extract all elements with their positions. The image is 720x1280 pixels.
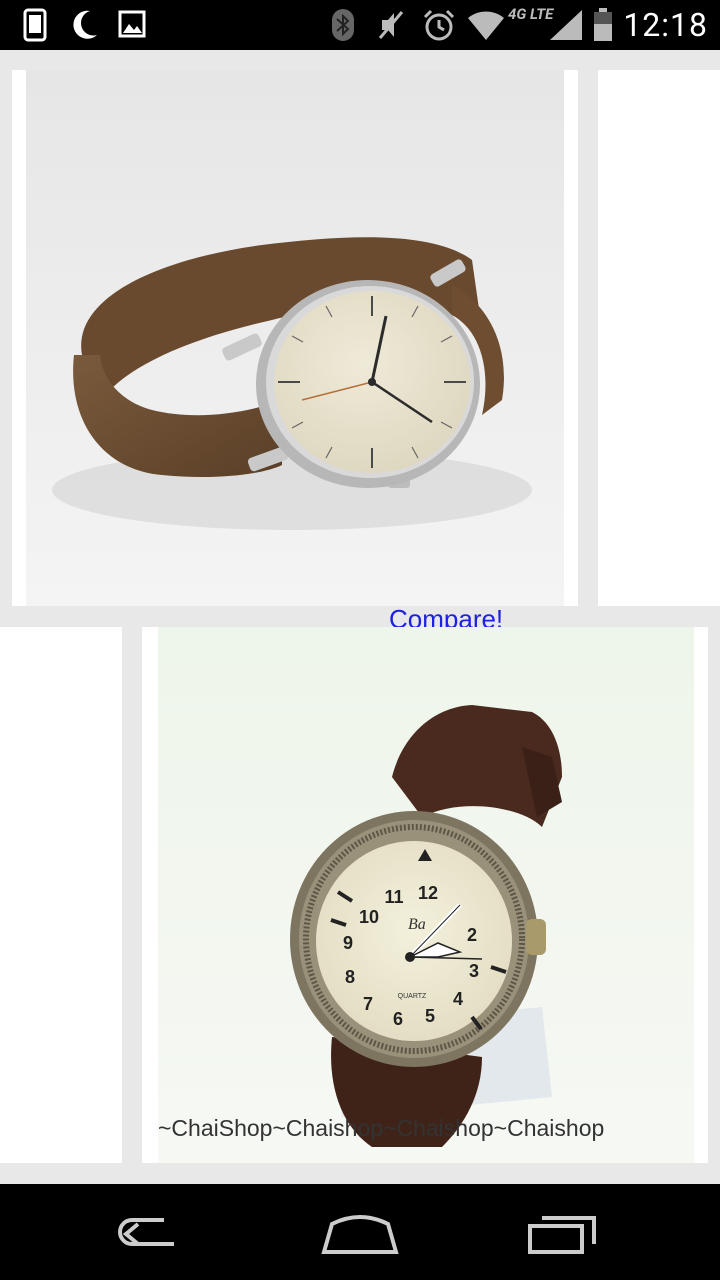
signal-icon (550, 10, 582, 40)
svg-text:QUARTZ: QUARTZ (398, 993, 427, 1000)
navigation-bar (0, 1184, 720, 1280)
svg-text:2: 2 (467, 925, 477, 945)
network-type-label: 4G LTE (508, 5, 554, 23)
moon-icon (73, 10, 97, 39)
recents-button[interactable] (512, 1204, 612, 1260)
status-clock: 12:18 (623, 6, 708, 44)
product-2-image: 12 11 10 9 8 7 6 5 4 3 2 QUARTZ Ba (158, 627, 694, 1163)
phone-icon (23, 8, 47, 42)
back-button[interactable] (110, 1204, 210, 1260)
image-icon (118, 10, 146, 38)
bluetooth-icon (332, 9, 354, 41)
battery-icon (594, 8, 612, 41)
product-card-partial-left[interactable] (0, 627, 122, 1163)
product-compare-view: Compare! 12 11 10 9 8 7 6 5 4 3 2 QUARTZ… (0, 50, 720, 1184)
svg-text:9: 9 (343, 933, 353, 953)
svg-text:12: 12 (418, 883, 438, 903)
product-card-2[interactable]: 12 11 10 9 8 7 6 5 4 3 2 QUARTZ Ba ~Chai… (142, 627, 708, 1163)
status-bar: 4G LTE 12:18 (0, 0, 720, 50)
wifi-icon (468, 11, 504, 40)
svg-text:5: 5 (425, 1006, 435, 1026)
mute-icon (378, 11, 404, 39)
watermark-text: ~ChaiShop~Chaishop~Chaishop~Chaishop (158, 1115, 605, 1141)
svg-text:Ba: Ba (408, 916, 426, 933)
svg-text:10: 10 (359, 907, 379, 927)
svg-text:4: 4 (453, 989, 463, 1009)
svg-text:11: 11 (384, 887, 403, 907)
svg-text:3: 3 (469, 961, 479, 981)
product-card-partial-right[interactable] (598, 70, 720, 606)
svg-text:8: 8 (345, 967, 355, 987)
svg-text:6: 6 (393, 1009, 403, 1029)
home-button[interactable] (310, 1204, 410, 1260)
svg-text:7: 7 (363, 994, 373, 1014)
product-1-image (26, 70, 564, 606)
product-card-1[interactable] (12, 70, 578, 606)
alarm-icon (423, 9, 455, 41)
